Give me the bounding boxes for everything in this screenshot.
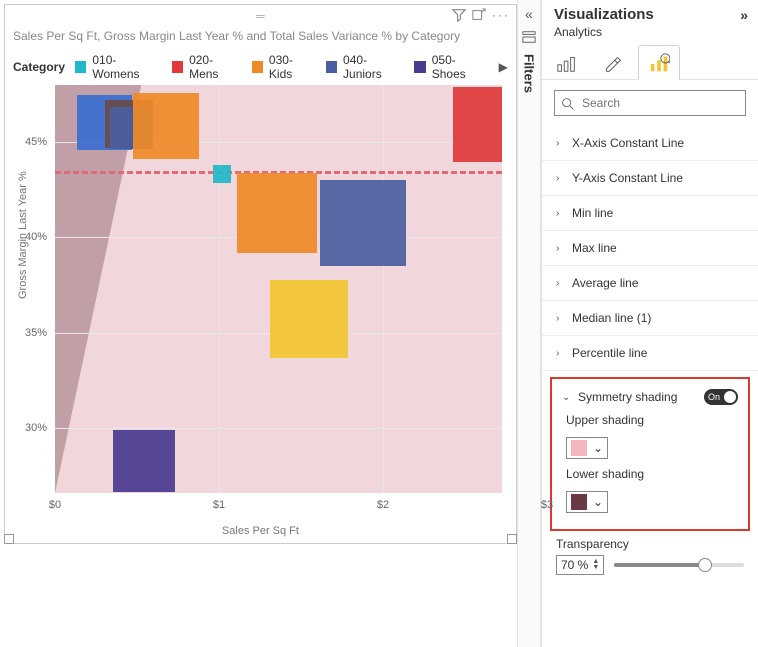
upper-shading-label: Upper shading xyxy=(552,411,748,433)
transparency-slider[interactable] xyxy=(614,563,744,567)
y-tick: 40% xyxy=(25,231,47,243)
chart-legend: Category 010-Womens 020-Mens 030-Kids 04… xyxy=(13,53,508,81)
legend-swatch xyxy=(326,61,337,73)
x-tick: $1 xyxy=(213,499,225,511)
tab-build[interactable] xyxy=(554,47,580,79)
chevron-right-icon: › xyxy=(556,348,566,359)
stepper-icon[interactable]: ▲▼ xyxy=(592,559,599,571)
chevron-down-icon: ⌄ xyxy=(593,441,603,455)
color-chip xyxy=(571,440,587,456)
chart-title: Sales Per Sq Ft, Gross Margin Last Year … xyxy=(13,29,508,43)
legend-item[interactable]: 010-Womens xyxy=(75,53,160,81)
acc-max-line[interactable]: ›Max line xyxy=(542,231,758,266)
viz-tabs xyxy=(542,43,758,80)
acc-median-line[interactable]: ›Median line (1) xyxy=(542,301,758,336)
chevron-down-icon: ⌄ xyxy=(593,495,603,509)
expand-filters-icon[interactable]: « xyxy=(525,6,533,22)
data-mark[interactable] xyxy=(320,180,406,266)
filters-pane-collapsed[interactable]: « Filters xyxy=(517,0,541,647)
slider-knob[interactable] xyxy=(698,558,712,572)
data-mark[interactable] xyxy=(213,165,231,183)
resize-handle[interactable] xyxy=(507,534,517,544)
filter-icon[interactable] xyxy=(452,8,466,22)
chevron-right-icon: › xyxy=(556,313,566,324)
chevron-down-icon: ⌄ xyxy=(562,392,572,403)
lower-shading-label: Lower shading xyxy=(552,465,748,487)
color-chip xyxy=(571,494,587,510)
chart-visual[interactable]: ═ ··· Sales Per Sq Ft, Gross Margin Last… xyxy=(4,4,517,544)
chevron-right-icon: › xyxy=(556,278,566,289)
legend-swatch xyxy=(252,61,263,73)
legend-item[interactable]: 020-Mens xyxy=(172,53,240,81)
filter-card-icon[interactable] xyxy=(522,30,536,44)
upper-shading-color-picker[interactable]: ⌄ xyxy=(566,437,608,459)
viz-pane-subtitle: Analytics xyxy=(542,25,758,43)
acc-min-line[interactable]: ›Min line xyxy=(542,196,758,231)
legend-swatch xyxy=(172,61,183,73)
y-tick: 45% xyxy=(25,136,47,148)
resize-handle[interactable] xyxy=(4,534,14,544)
x-tick: $2 xyxy=(377,499,389,511)
viz-pane-title: Visualizations xyxy=(554,6,654,23)
gridline xyxy=(55,428,502,429)
plot-area[interactable] xyxy=(55,85,502,493)
search-field[interactable] xyxy=(580,95,739,111)
x-axis-label: Sales Per Sq Ft xyxy=(222,525,299,537)
acc-x-constant-line[interactable]: ›X-Axis Constant Line xyxy=(542,126,758,161)
chevron-right-icon: › xyxy=(556,173,566,184)
legend-item[interactable]: 040-Juniors xyxy=(326,53,403,81)
x-tick: $0 xyxy=(49,499,61,511)
focus-mode-icon[interactable] xyxy=(472,8,486,22)
data-mark[interactable] xyxy=(453,87,502,162)
acc-average-line[interactable]: ›Average line xyxy=(542,266,758,301)
legend-swatch xyxy=(414,61,425,73)
chevron-right-icon: › xyxy=(556,138,566,149)
y-tick: 35% xyxy=(25,327,47,339)
acc-y-constant-line[interactable]: ›Y-Axis Constant Line xyxy=(542,161,758,196)
transparency-label: Transparency xyxy=(556,537,744,551)
data-mark[interactable] xyxy=(270,280,348,358)
gridline xyxy=(383,85,384,493)
chevron-right-icon: › xyxy=(556,208,566,219)
collapse-pane-icon[interactable]: » xyxy=(740,7,748,23)
chevron-right-icon: › xyxy=(556,243,566,254)
data-mark[interactable] xyxy=(237,173,317,253)
symmetry-shading-section: ⌄ Symmetry shading On Upper shading ⌄ Lo… xyxy=(550,377,750,531)
legend-item[interactable]: 050-Shoes xyxy=(414,53,486,81)
filters-label: Filters xyxy=(521,54,536,93)
more-options-icon[interactable]: ··· xyxy=(492,8,510,22)
drag-handle-icon[interactable]: ═ xyxy=(256,9,265,23)
legend-item[interactable]: 030-Kids xyxy=(252,53,314,81)
transparency-input[interactable]: 70 % ▲▼ xyxy=(556,555,604,575)
symmetry-toggle[interactable]: On xyxy=(704,389,738,405)
acc-percentile-line[interactable]: ›Percentile line xyxy=(542,336,758,371)
data-mark[interactable] xyxy=(133,93,199,159)
legend-title: Category xyxy=(13,60,65,74)
x-tick: $3 xyxy=(541,499,553,511)
tab-format[interactable] xyxy=(600,47,626,79)
legend-swatch xyxy=(75,61,86,73)
acc-symmetry-shading[interactable]: ⌄ Symmetry shading On xyxy=(552,379,748,411)
legend-next-icon[interactable]: ▶ xyxy=(499,60,508,74)
tab-analytics[interactable] xyxy=(646,47,672,79)
gridline xyxy=(219,85,220,493)
data-mark[interactable] xyxy=(113,430,175,492)
search-icon xyxy=(561,97,574,110)
visualizations-pane: Visualizations » Analytics ›X-Axis Const… xyxy=(541,0,758,647)
lower-shading-color-picker[interactable]: ⌄ xyxy=(566,491,608,513)
search-input[interactable] xyxy=(554,90,746,116)
y-tick: 30% xyxy=(25,422,47,434)
